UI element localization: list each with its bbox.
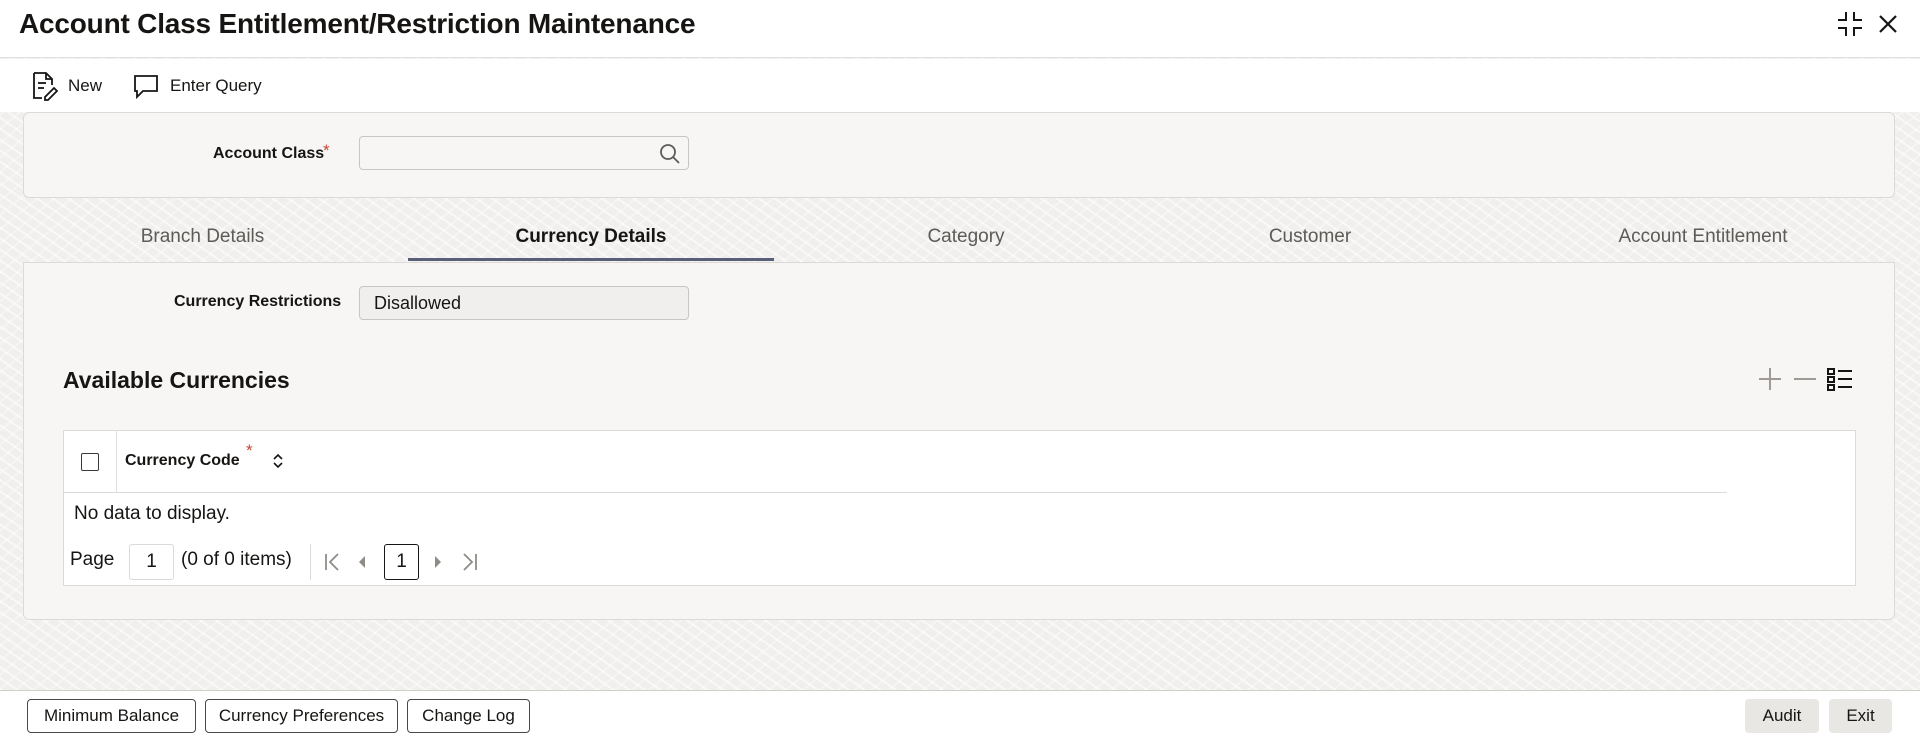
enter-query-button[interactable]: Enter Query	[132, 72, 262, 100]
comment-icon	[134, 75, 158, 100]
currency-restrictions-select[interactable]: Disallowed	[359, 286, 689, 320]
footer-bar: Minimum Balance Currency Preferences Cha…	[0, 690, 1920, 745]
maximize-icon[interactable]	[1836, 10, 1864, 38]
minimum-balance-button[interactable]: Minimum Balance	[27, 699, 196, 733]
exit-button[interactable]: Exit	[1829, 699, 1892, 733]
new-document-icon	[33, 72, 58, 101]
empty-table-message: No data to display.	[74, 503, 230, 524]
table-header: Currency Code *	[64, 431, 1727, 493]
first-page-icon[interactable]	[322, 552, 344, 572]
audit-button[interactable]: Audit	[1745, 699, 1819, 733]
page-number-input[interactable]: 1	[129, 544, 174, 580]
available-currencies-title: Available Currencies	[63, 367, 290, 393]
tab-branch-details[interactable]: Branch Details	[100, 226, 305, 248]
add-row-icon[interactable]	[1757, 366, 1783, 397]
current-page-button[interactable]: 1	[384, 544, 419, 580]
currency-code-required-marker: *	[246, 441, 253, 460]
column-currency-code[interactable]: Currency Code	[125, 452, 240, 470]
currency-restrictions-value: Disallowed	[374, 293, 462, 313]
header-divider	[116, 431, 117, 493]
currency-preferences-button[interactable]: Currency Preferences	[205, 699, 398, 733]
page-title: Account Class Entitlement/Restriction Ma…	[19, 8, 696, 39]
currency-restrictions-label: Currency Restrictions	[174, 293, 342, 310]
currencies-table: Currency Code * No data to display. Page…	[63, 430, 1856, 586]
active-tab-indicator	[408, 258, 774, 261]
list-view-icon[interactable]	[1826, 366, 1854, 397]
select-all-checkbox[interactable]	[81, 453, 99, 471]
previous-page-icon[interactable]	[356, 554, 368, 570]
delete-row-icon[interactable]	[1792, 366, 1818, 397]
account-class-panel: Account Class *	[23, 112, 1895, 198]
tab-currency-details[interactable]: Currency Details	[408, 226, 774, 248]
account-class-input[interactable]	[359, 136, 689, 170]
change-log-button[interactable]: Change Log	[407, 699, 530, 733]
tab-account-entitlement[interactable]: Account Entitlement	[1583, 226, 1823, 248]
next-page-icon[interactable]	[432, 554, 444, 570]
required-marker: *	[323, 141, 330, 160]
new-button[interactable]: New	[30, 72, 103, 101]
close-icon[interactable]	[1874, 10, 1902, 38]
tab-category[interactable]: Category	[876, 226, 1056, 248]
page-label: Page	[70, 549, 115, 570]
search-icon[interactable]	[658, 142, 682, 166]
enter-query-label: Enter Query	[170, 76, 262, 95]
last-page-icon[interactable]	[458, 552, 480, 572]
sort-icon[interactable]	[271, 451, 285, 471]
items-count: (0 of 0 items)	[181, 549, 292, 570]
tab-customer[interactable]: Customer	[1220, 226, 1400, 248]
toolbar: New Enter Query	[0, 59, 1920, 112]
title-bar: Account Class Entitlement/Restriction Ma…	[0, 0, 1920, 58]
account-class-label: Account Class	[213, 145, 325, 162]
pager-divider	[310, 544, 311, 580]
new-button-label: New	[68, 76, 103, 95]
